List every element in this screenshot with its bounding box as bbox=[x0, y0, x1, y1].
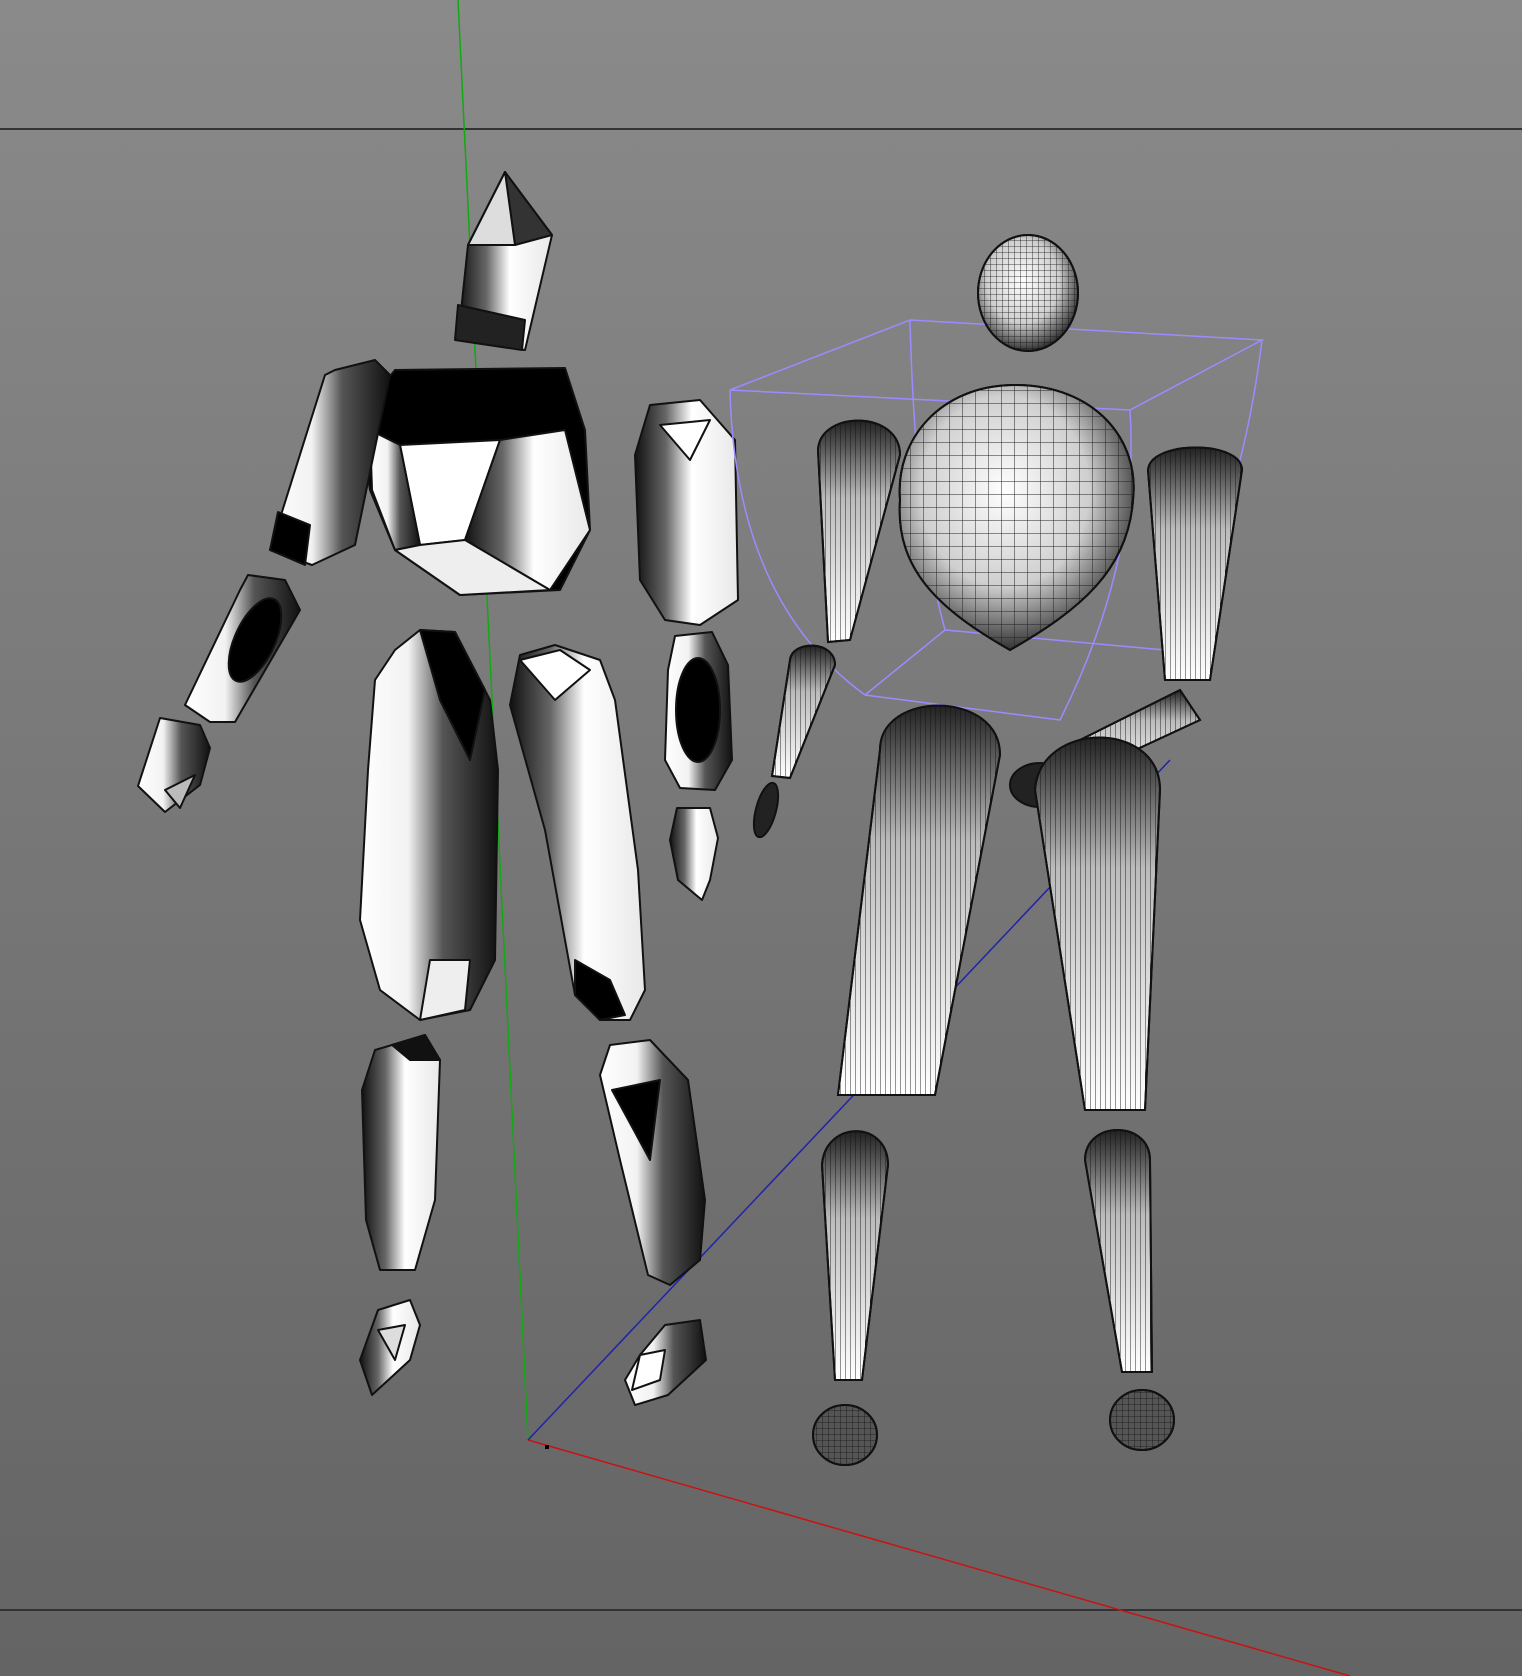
low-poly-figure[interactable] bbox=[137, 171, 739, 1406]
3d-viewport[interactable] bbox=[0, 0, 1522, 1676]
wire-left-shin[interactable] bbox=[820, 1130, 890, 1381]
wire-head[interactable] bbox=[977, 234, 1079, 352]
wire-torso[interactable] bbox=[898, 383, 1135, 652]
x-axis-line bbox=[527, 1439, 1351, 1676]
lowpoly-right-shin[interactable] bbox=[599, 1039, 706, 1286]
lowpoly-left-thigh[interactable] bbox=[359, 629, 499, 1021]
lowpoly-left-forearm[interactable] bbox=[184, 574, 301, 723]
origin-marker[interactable] bbox=[545, 1445, 549, 1449]
lowpoly-right-foot[interactable] bbox=[624, 1319, 707, 1406]
lowpoly-head[interactable] bbox=[454, 171, 553, 351]
wire-right-upper-arm[interactable] bbox=[1146, 446, 1244, 681]
wire-right-foot[interactable] bbox=[1109, 1389, 1175, 1451]
wire-left-hand[interactable] bbox=[749, 780, 783, 839]
wire-right-thigh[interactable] bbox=[1033, 736, 1162, 1111]
lowpoly-right-thigh[interactable] bbox=[509, 644, 646, 1021]
wire-right-shin[interactable] bbox=[1083, 1129, 1154, 1373]
lowpoly-right-hand[interactable] bbox=[669, 807, 719, 901]
lowpoly-right-forearm[interactable] bbox=[664, 631, 733, 791]
wire-left-upper-arm[interactable] bbox=[816, 419, 902, 644]
lowpoly-right-upper-arm[interactable] bbox=[634, 399, 739, 626]
lowpoly-left-shin[interactable] bbox=[361, 1034, 441, 1271]
lowpoly-left-upper-arm[interactable] bbox=[269, 359, 391, 566]
wire-left-thigh[interactable] bbox=[836, 704, 1002, 1096]
wire-left-forearm[interactable] bbox=[770, 644, 837, 780]
lowpoly-chest[interactable] bbox=[359, 367, 591, 596]
lowpoly-left-foot[interactable] bbox=[359, 1299, 421, 1396]
wireframe-figure[interactable] bbox=[749, 234, 1244, 1466]
viewport-scene[interactable] bbox=[0, 0, 1522, 1676]
wire-left-foot[interactable] bbox=[812, 1404, 878, 1466]
lowpoly-left-hand[interactable] bbox=[137, 717, 211, 813]
